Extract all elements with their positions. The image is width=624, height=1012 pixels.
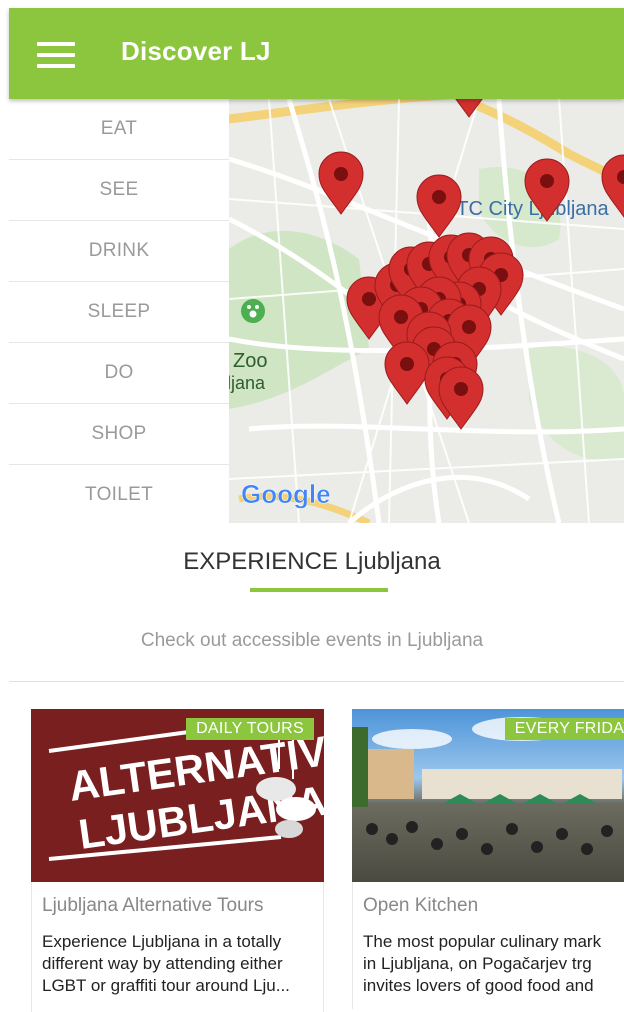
section-title: EXPERIENCE Ljubljana	[183, 548, 441, 575]
event-description: Experience Ljubljana in a totally differ…	[42, 931, 322, 997]
event-title: Ljubljana Alternative Tours	[42, 895, 264, 916]
event-badge: DAILY TOURS	[186, 718, 314, 740]
event-card-alternative-tours[interactable]: ALTERNATIVE LJUBLJANA DAILY TOURS Ljublj…	[31, 709, 324, 1012]
event-card-body: Open Kitchen The most popular culinary m…	[352, 882, 624, 1009]
section-underline	[250, 588, 388, 592]
desc-line: Experience Ljubljana in a totally	[42, 932, 282, 951]
hamburger-menu-icon[interactable]	[37, 42, 75, 68]
zoo-label: Zoo	[233, 350, 267, 372]
category-do[interactable]: DO	[9, 343, 229, 404]
event-card-image: ALTERNATIVE LJUBLJANA DAILY TOURS	[31, 709, 324, 882]
section-subtitle: Check out accessible events in Ljubljana	[140, 630, 484, 651]
city-label: BTC City Ljubljana	[443, 198, 610, 220]
category-eat[interactable]: EAT	[9, 99, 229, 160]
desc-line: in Ljubljana, on Pogačarjev trg	[363, 954, 592, 973]
map-canvas: Zoo ljana BTC City Ljubljana Google	[229, 99, 624, 523]
category-list: EAT SEE DRINK SLEEP DO SHOP TOILET	[9, 99, 229, 525]
category-see[interactable]: SEE	[9, 160, 229, 221]
event-description: The most popular culinary mark in Ljublj…	[363, 931, 624, 997]
desc-line: The most popular culinary mark	[363, 932, 602, 951]
divider	[9, 681, 624, 682]
event-card-body: Ljubljana Alternative Tours Experience L…	[31, 882, 324, 1012]
category-drink[interactable]: DRINK	[9, 221, 229, 282]
category-shop[interactable]: SHOP	[9, 404, 229, 465]
map-view[interactable]: Zoo ljana BTC City Ljubljana Google	[229, 99, 624, 523]
app-bar: Discover LJ	[9, 8, 624, 99]
event-card-open-kitchen[interactable]: EVERY FRIDAY Open Kitchen The most popul…	[352, 709, 624, 1009]
desc-line: different way by attending either	[42, 954, 283, 973]
app-title: Discover LJ	[121, 36, 271, 66]
event-title: Open Kitchen	[363, 895, 479, 916]
google-logo: Google	[241, 479, 331, 509]
zoo-sub-label: ljana	[229, 373, 266, 393]
event-badge: EVERY FRIDAY	[504, 718, 624, 740]
category-sleep[interactable]: SLEEP	[9, 282, 229, 343]
category-toilet[interactable]: TOILET	[9, 465, 229, 525]
event-card-image: EVERY FRIDAY	[352, 709, 624, 882]
